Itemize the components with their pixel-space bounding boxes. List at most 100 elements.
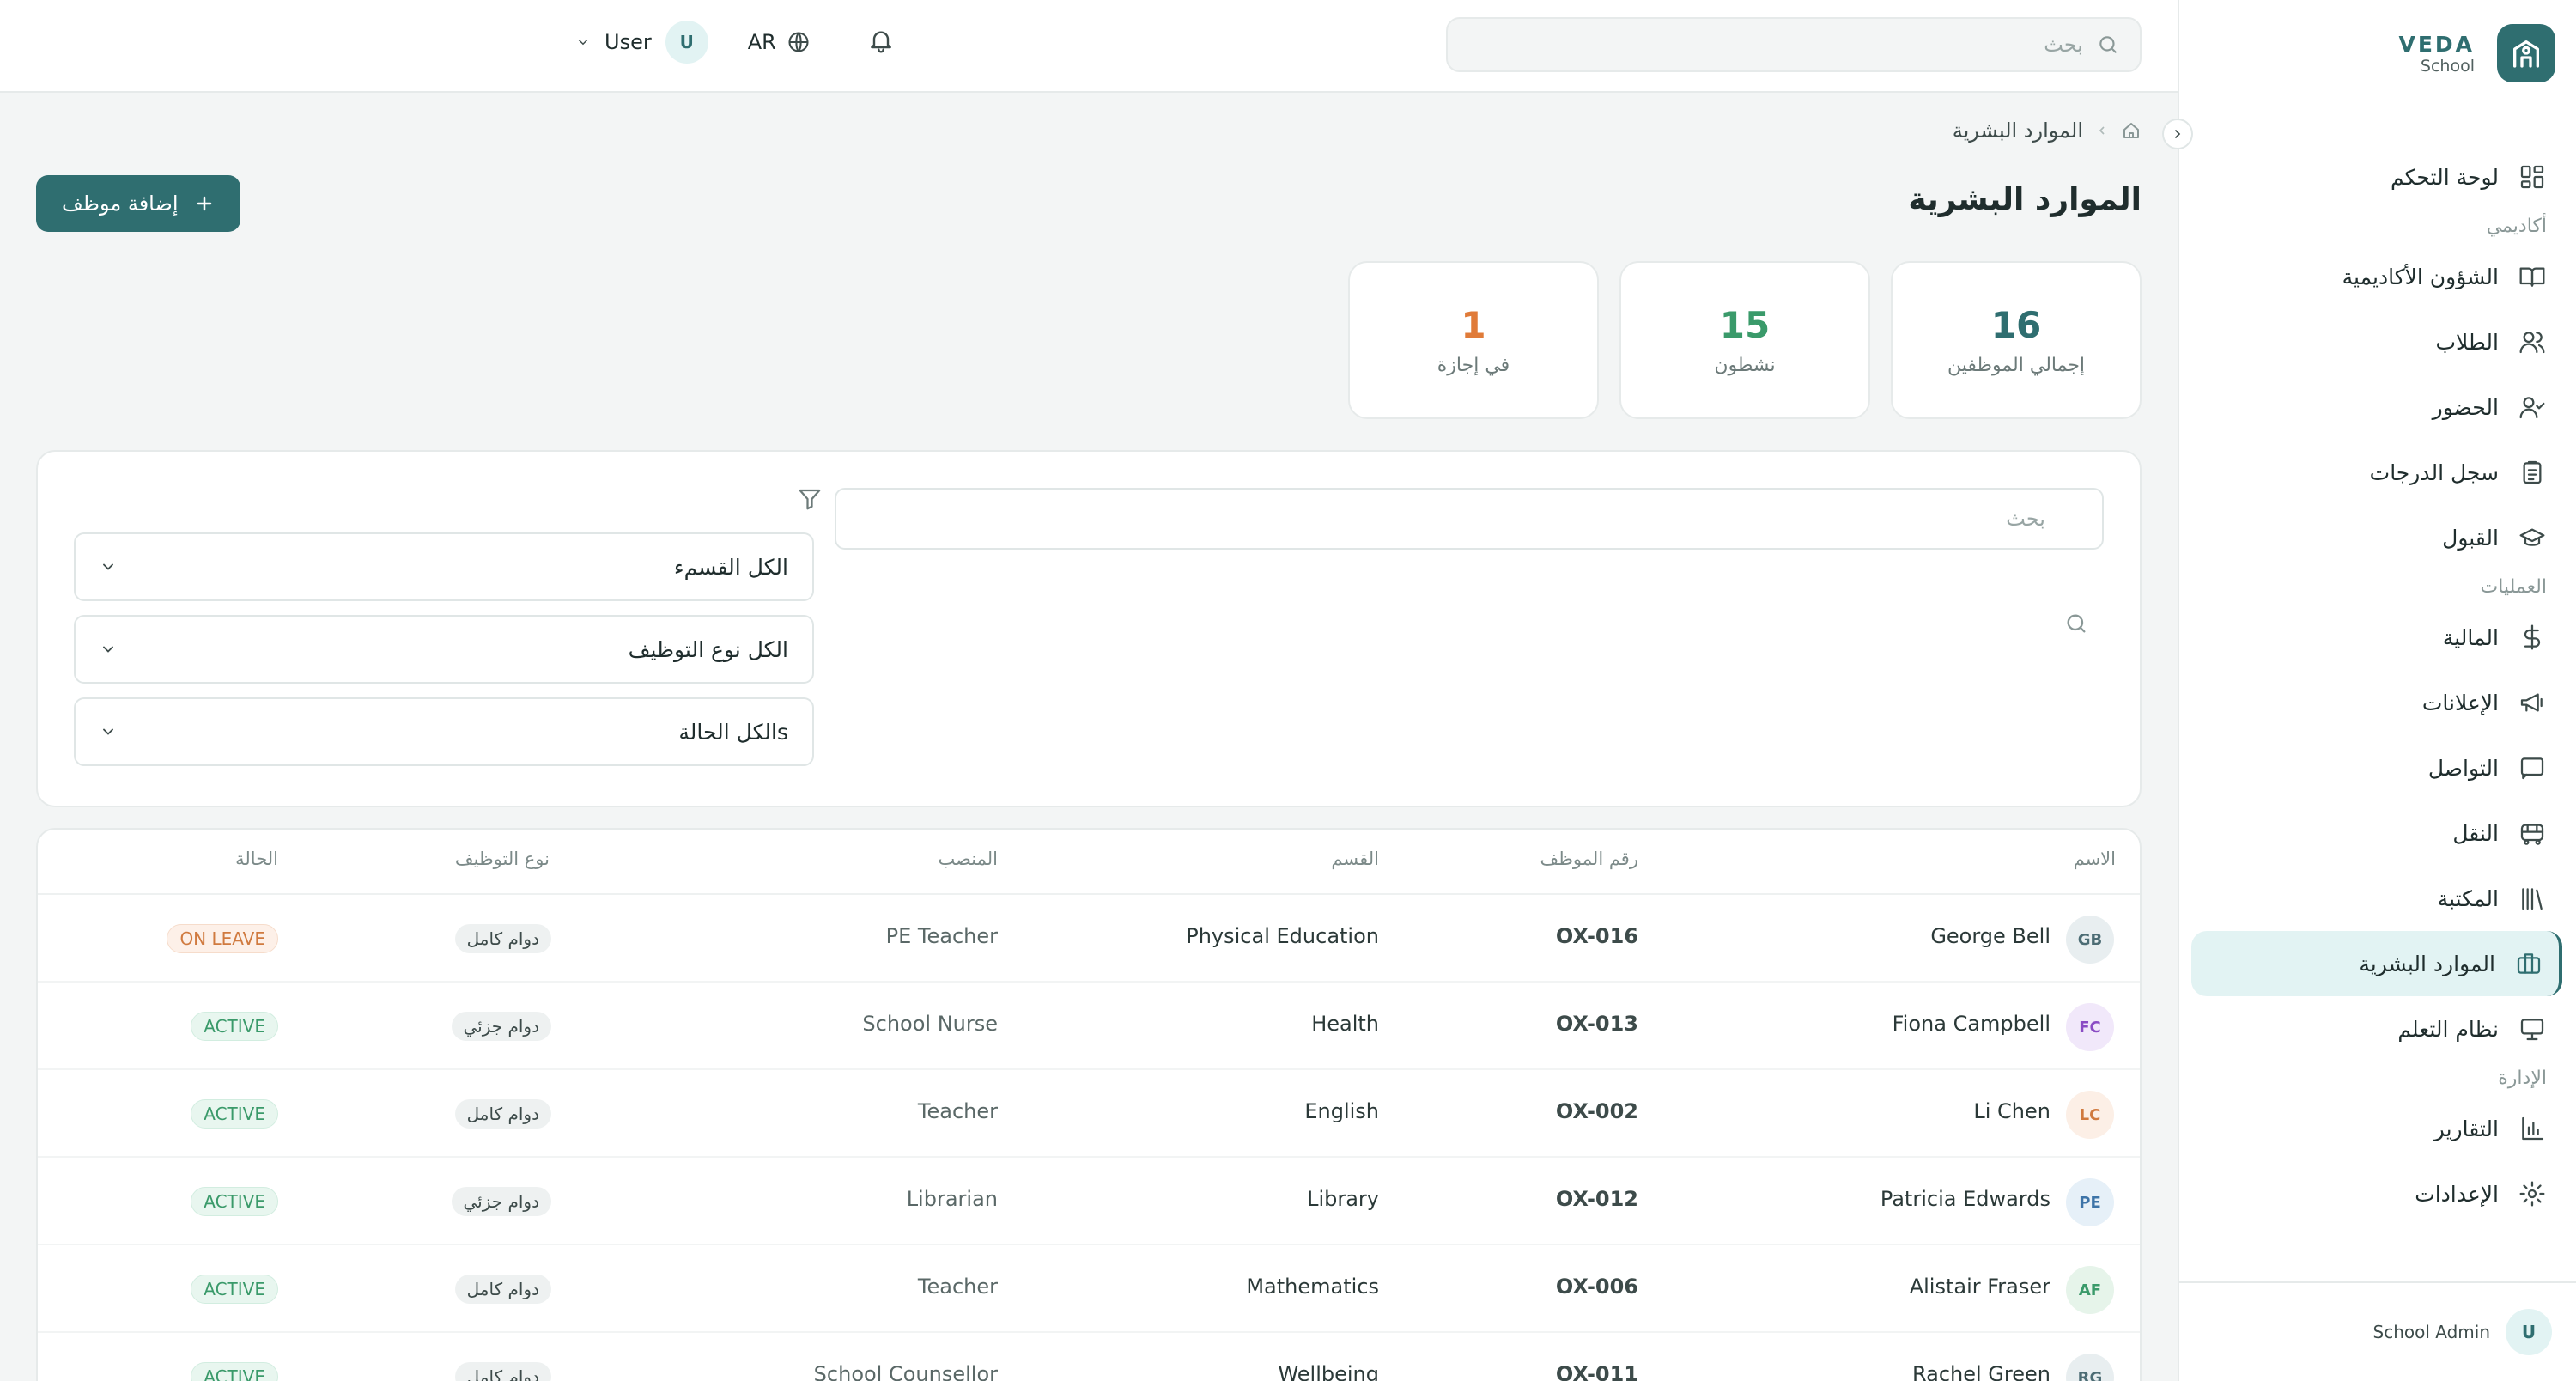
sidebar-item-label: نظام التعلم <box>2397 1016 2499 1042</box>
employee-position: Teacher <box>917 1275 998 1299</box>
top-actions: User U AR <box>575 21 895 64</box>
employee-name[interactable]: Li Chen <box>1973 1099 2050 1123</box>
gear-icon <box>2518 1179 2547 1208</box>
sidebar-item-label: الحضور <box>2432 394 2499 420</box>
language-switch[interactable]: AR <box>748 30 811 54</box>
brand-name: VEDA <box>2398 31 2475 57</box>
header-name[interactable]: الاسم <box>2074 849 2116 869</box>
employment-type-badge: دوام جزئي <box>451 1012 551 1041</box>
header-position[interactable]: المنصب <box>938 849 998 869</box>
status-badge: ON LEAVE <box>167 924 278 953</box>
table-row[interactable]: FC Fiona Campbell OX-013 Health School Nurse… <box>38 983 2140 1070</box>
stats-row: 16 إجمالي الموظفين 15 نشطون 1 في إجازة <box>1348 261 2142 419</box>
search-input[interactable]: بحث <box>1446 17 2142 72</box>
sidebar-item-label: التواصل <box>2427 755 2499 781</box>
chevron-down-icon <box>578 40 588 46</box>
employee-id: OX-011 <box>1555 1362 1638 1381</box>
avatar: LC <box>2066 1091 2114 1139</box>
header-employment-type[interactable]: نوع التوظيف <box>455 849 550 869</box>
employee-id: OX-006 <box>1555 1275 1638 1299</box>
stat-card: 15 نشطون <box>1619 261 1870 419</box>
user-role: School Admin <box>2372 1322 2491 1342</box>
table-row[interactable]: GB George Bell OX-016 Physical Education PE … <box>38 895 2140 983</box>
employee-name[interactable]: Alistair Fraser <box>1910 1275 2050 1299</box>
employment-type-select[interactable]: الكل نوع التوظيف <box>74 615 814 684</box>
employee-position: School Counsellor <box>813 1362 998 1381</box>
sidebar-item-library[interactable]: المكتبة <box>2191 866 2562 931</box>
user-name: User <box>605 30 652 54</box>
sidebar-item-label: الموارد البشرية <box>2359 951 2495 976</box>
employee-search-input[interactable]: بحث <box>835 488 2104 550</box>
employee-position: Librarian <box>906 1187 998 1211</box>
employee-department: Wellbeing <box>1278 1362 1379 1381</box>
sidebar-item-gear[interactable]: الإعدادات <box>2191 1161 2562 1226</box>
search-placeholder: بحث <box>2044 33 2083 57</box>
header-id[interactable]: رقم الموظف <box>1540 849 1638 869</box>
employee-name[interactable]: Patricia Edwards <box>1880 1187 2050 1211</box>
sidebar-item-monitor[interactable]: نظام التعلم <box>2191 996 2562 1062</box>
sidebar-item-graduation-cap[interactable]: القبول <box>2191 505 2562 570</box>
home-icon <box>2123 123 2139 138</box>
employee-department: Mathematics <box>1246 1275 1379 1299</box>
status-select[interactable]: الكل الحالةs <box>74 697 814 766</box>
employee-id: OX-002 <box>1555 1099 1638 1123</box>
sidebar-item-label: التقارير <box>2433 1116 2499 1141</box>
chevron-left-icon <box>2099 126 2105 135</box>
sidebar-item-label: الطلاب <box>2435 329 2499 355</box>
sidebar-user[interactable]: U School Admin <box>2178 1281 2576 1381</box>
table-row[interactable]: PE Patricia Edwards OX-012 Library Librarian… <box>38 1158 2140 1245</box>
employee-name[interactable]: George Bell <box>1930 924 2050 948</box>
sidebar-item-bar-chart[interactable]: التقارير <box>2191 1096 2562 1161</box>
briefcase-icon <box>2514 949 2543 978</box>
employment-type-badge: دوام كامل <box>454 1099 551 1129</box>
sidebar-item-label: المكتبة <box>2437 885 2499 911</box>
sidebar-nav: لوحة التحكم أكاديمي الشؤون الأكاديمية الطلا… <box>2191 144 2562 1226</box>
table-row[interactable]: AF Alistair Fraser OX-006 Mathematics Teache… <box>38 1245 2140 1333</box>
notifications-button[interactable] <box>867 27 895 58</box>
library-icon <box>2518 884 2547 913</box>
sidebar-item-message[interactable]: التواصل <box>2191 735 2562 800</box>
department-select[interactable]: الكل القسمء <box>74 532 814 601</box>
globe-icon <box>788 32 809 52</box>
user-menu[interactable]: User U <box>575 21 708 64</box>
sidebar-item-label: النقل <box>2452 820 2499 846</box>
users-icon <box>2518 327 2547 356</box>
brand[interactable]: VEDA School <box>2398 24 2555 82</box>
header-status[interactable]: الحالة <box>235 849 278 869</box>
table-row[interactable]: RG Rachel Green OX-011 Wellbeing School Coun… <box>38 1333 2140 1381</box>
sidebar-section-label: الإدارة <box>2498 1068 2547 1089</box>
sidebar-item-dashboard[interactable]: لوحة التحكم <box>2191 144 2562 210</box>
dashboard-icon <box>2518 162 2547 192</box>
stat-value: 15 <box>1719 304 1771 346</box>
sidebar-item-clipboard[interactable]: سجل الدرجات <box>2191 440 2562 505</box>
sidebar-item-megaphone[interactable]: الإعلانات <box>2191 670 2562 735</box>
employee-name[interactable]: Fiona Campbell <box>1893 1012 2050 1036</box>
avatar: FC <box>2066 1003 2114 1051</box>
employees-table: الاسم رقم الموظف القسم المنصب نوع التوظي… <box>36 828 2142 1381</box>
stat-label: إجمالي الموظفين <box>1947 355 2086 376</box>
sidebar-item-dollar[interactable]: المالية <box>2191 605 2562 670</box>
department-value: الكل القسمء <box>673 554 788 580</box>
status-badge: ACTIVE <box>191 1275 278 1304</box>
sidebar-item-users[interactable]: الطلاب <box>2191 309 2562 374</box>
avatar: PE <box>2066 1178 2114 1226</box>
sidebar-item-briefcase[interactable]: الموارد البشرية <box>2191 931 2562 996</box>
megaphone-icon <box>2518 688 2547 717</box>
header-department[interactable]: القسم <box>1331 849 1379 869</box>
employee-name[interactable]: Rachel Green <box>1912 1362 2050 1381</box>
table-header: الاسم رقم الموظف القسم المنصب نوع التوظي… <box>38 830 2140 895</box>
avatar: U <box>665 21 708 64</box>
stat-value: 1 <box>1461 304 1486 346</box>
monitor-icon <box>2518 1014 2547 1043</box>
status-badge: ACTIVE <box>191 1187 278 1216</box>
employee-department: Health <box>1311 1012 1379 1036</box>
sidebar-item-label: المالية <box>2442 624 2499 650</box>
sidebar-item-bus[interactable]: النقل <box>2191 800 2562 866</box>
sidebar-item-book[interactable]: الشؤون الأكاديمية <box>2191 244 2562 309</box>
clipboard-icon <box>2518 458 2547 487</box>
table-row[interactable]: LC Li Chen OX-002 English Teacher دوام كامل AC… <box>38 1070 2140 1158</box>
sidebar-item-label: سجل الدرجات <box>2369 459 2499 485</box>
brand-sub: School <box>2420 56 2475 76</box>
add-employee-button[interactable]: إضافة موظف <box>36 175 240 232</box>
sidebar-item-user-check[interactable]: الحضور <box>2191 374 2562 440</box>
